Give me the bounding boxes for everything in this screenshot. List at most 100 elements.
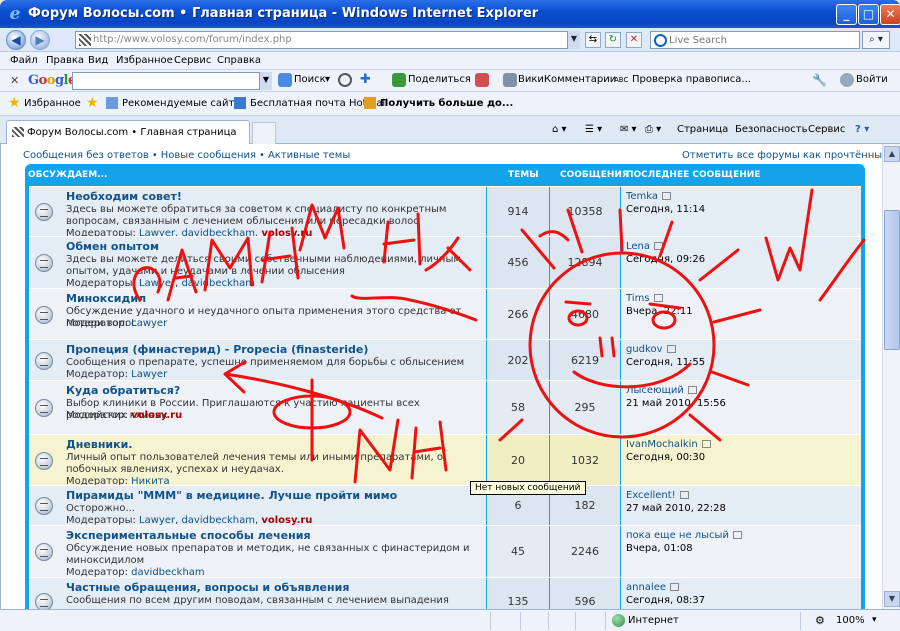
minimize-button[interactable]: _ bbox=[836, 4, 857, 25]
forum-read-icon bbox=[35, 451, 53, 470]
vertical-scrollbar[interactable]: ▲ ▼ bbox=[882, 144, 900, 609]
fav-item-addons[interactable]: Получить больше до... bbox=[380, 98, 513, 109]
title-bar: e Форум Волосы.com • Главная страница - … bbox=[0, 0, 900, 28]
wiki-comments-button[interactable]: ВикиКомментарии bbox=[518, 74, 616, 85]
refresh-icon[interactable]: ↻ bbox=[605, 32, 621, 48]
last-post-user-link[interactable]: Лысеющий bbox=[626, 385, 684, 396]
forum-row: Частные обращения, вопросы и объявления С… bbox=[29, 577, 861, 609]
link-unanswered[interactable]: Сообщения без ответов bbox=[23, 150, 149, 161]
menu-file[interactable]: Файл bbox=[10, 55, 38, 66]
google-search-input[interactable] bbox=[72, 72, 272, 90]
link-new[interactable]: Новые сообщения bbox=[161, 150, 256, 161]
forum-title-link[interactable]: Частные обращения, вопросы и объявления bbox=[66, 581, 349, 594]
forum-title-link[interactable]: Пирамиды "МММ" в медицине. Лучше пройти … bbox=[66, 489, 397, 502]
last-post-user-link[interactable]: Tims bbox=[626, 293, 650, 304]
menu-favorites[interactable]: Избранное bbox=[116, 55, 173, 66]
add-favorite-icon[interactable]: ★ bbox=[86, 96, 99, 110]
page-menu[interactable]: Страница bbox=[677, 124, 728, 135]
zoom-level[interactable]: 100% bbox=[836, 615, 865, 626]
spellcheck-button[interactable]: Проверка правописа... bbox=[632, 74, 751, 85]
mail-icon[interactable]: ✉ ▾ bbox=[620, 124, 637, 135]
address-dropdown-button[interactable]: ▼ bbox=[567, 31, 580, 49]
link-active[interactable]: Активные темы bbox=[268, 150, 350, 161]
view-post-icon[interactable] bbox=[687, 386, 697, 394]
view-post-icon[interactable] bbox=[701, 440, 711, 448]
address-input[interactable]: http://www.volosy.com/forum/index.php bbox=[75, 31, 580, 49]
close-button[interactable]: ✕ bbox=[880, 4, 900, 25]
maximize-button[interactable]: □ bbox=[858, 4, 879, 25]
compat-view-icon[interactable]: ⇆ bbox=[585, 32, 601, 48]
protected-mode-icon[interactable]: ⚙ bbox=[815, 614, 825, 627]
view-post-icon[interactable] bbox=[732, 531, 742, 539]
scroll-down-icon[interactable]: ▼ bbox=[884, 591, 900, 607]
view-post-icon[interactable] bbox=[653, 294, 663, 302]
moderator-link[interactable]: Lawyer bbox=[131, 318, 167, 329]
post-count: 596 bbox=[574, 595, 596, 608]
forward-button[interactable]: ▶ bbox=[30, 30, 50, 50]
last-post-user-link[interactable]: Excellent! bbox=[626, 490, 676, 501]
scroll-thumb[interactable] bbox=[884, 210, 900, 350]
forum-title-link[interactable]: Миноксидил bbox=[66, 292, 146, 305]
new-tab-button[interactable] bbox=[252, 122, 276, 144]
plus-icon[interactable]: ✚ bbox=[360, 72, 371, 87]
safety-menu[interactable]: Безопасность bbox=[735, 124, 808, 135]
tab-forum[interactable]: Форум Волосы.com • Главная страница bbox=[6, 120, 250, 144]
tab-label: Форум Волосы.com • Главная страница bbox=[27, 127, 237, 138]
forum-title-link[interactable]: Необходим совет! bbox=[66, 190, 182, 203]
google-search-button[interactable]: Поиск bbox=[294, 74, 326, 85]
last-post-author: annalee bbox=[626, 582, 680, 593]
wrench-icon[interactable]: 🔧 bbox=[812, 73, 827, 87]
back-button[interactable]: ◀ bbox=[6, 30, 26, 50]
live-search-field[interactable] bbox=[650, 31, 860, 49]
live-search-input[interactable] bbox=[669, 33, 854, 47]
last-post-user-link[interactable]: Lena bbox=[626, 241, 650, 252]
last-post-user-link[interactable]: IvanMochalkin bbox=[626, 439, 698, 450]
last-post-user-link[interactable]: gudkov bbox=[626, 344, 663, 355]
compass-icon[interactable] bbox=[338, 73, 352, 87]
forum-title-link[interactable]: Экспериментальные способы лечения bbox=[66, 529, 311, 542]
login-button[interactable]: Войти bbox=[856, 74, 888, 85]
forum-title-link[interactable]: Обмен опытом bbox=[66, 240, 159, 253]
last-post-user-link[interactable]: пока еще не лысый bbox=[626, 530, 729, 541]
moderator-link[interactable]: volosy.ru bbox=[131, 410, 182, 421]
scroll-up-icon[interactable]: ▲ bbox=[884, 146, 900, 162]
last-post-date: 27 май 2010, 22:28 bbox=[626, 503, 726, 514]
zoom-dropdown-icon[interactable]: ▾ bbox=[872, 615, 877, 625]
favorites-star-icon: ★ bbox=[8, 95, 21, 111]
feeds-icon[interactable]: ☰ ▾ bbox=[585, 124, 602, 135]
view-post-icon[interactable] bbox=[679, 491, 689, 499]
menu-tools[interactable]: Сервис bbox=[174, 55, 211, 66]
mark-all-read-link[interactable]: Отметить все форумы как прочтённые bbox=[682, 150, 882, 161]
print-icon[interactable]: ⎙ ▾ bbox=[645, 124, 661, 135]
last-post-user-link[interactable]: annalee bbox=[626, 582, 666, 593]
menu-edit[interactable]: Правка bbox=[46, 55, 84, 66]
help-icon[interactable]: ? ▾ bbox=[855, 124, 869, 135]
menu-help[interactable]: Справка bbox=[217, 55, 261, 66]
view-post-icon[interactable] bbox=[654, 242, 664, 250]
last-post-user-link[interactable]: Temka bbox=[626, 191, 658, 202]
fav-item-suggested[interactable]: Рекомендуемые сайты bbox=[122, 98, 242, 109]
forum-title-link[interactable]: Пропеция (финастерид) - Propecia (finast… bbox=[66, 343, 368, 356]
last-post-author: Excellent! bbox=[626, 490, 689, 501]
forum-title-link[interactable]: Куда обратиться? bbox=[66, 384, 180, 397]
security-zone: Интернет bbox=[628, 615, 679, 626]
view-post-icon[interactable] bbox=[670, 583, 680, 591]
menu-view[interactable]: Вид bbox=[88, 55, 108, 66]
favorites-button[interactable]: Избранное bbox=[24, 98, 81, 109]
stop-icon[interactable]: ✕ bbox=[626, 32, 642, 48]
tools-menu[interactable]: Сервис bbox=[808, 124, 845, 135]
google-search-dropdown[interactable]: ▼ bbox=[259, 72, 272, 90]
suggested-sites-icon bbox=[106, 97, 118, 109]
forum-title-link[interactable]: Дневники. bbox=[66, 438, 132, 451]
home-icon[interactable]: ⌂ ▾ bbox=[552, 124, 567, 135]
share-button[interactable]: Поделиться bbox=[408, 74, 471, 85]
search-dropdown-icon[interactable]: ▾ bbox=[325, 74, 330, 85]
close-toolbar-icon[interactable]: ✕ bbox=[10, 74, 19, 87]
addons-icon bbox=[364, 97, 376, 109]
block-icon[interactable] bbox=[475, 73, 489, 87]
moderator-link[interactable]: Lawyer bbox=[131, 369, 167, 380]
post-count: 1032 bbox=[571, 453, 599, 467]
view-post-icon[interactable] bbox=[662, 192, 672, 200]
search-go-button[interactable]: ⌕ ▾ bbox=[862, 31, 890, 49]
view-post-icon[interactable] bbox=[666, 345, 676, 353]
